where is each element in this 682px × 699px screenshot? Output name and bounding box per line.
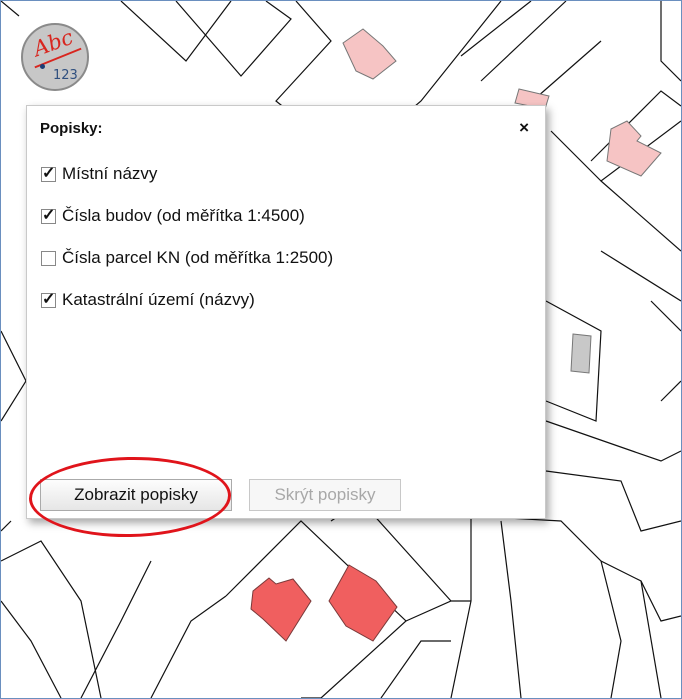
option-mistni-nazvy[interactable]: Místní názvy — [41, 163, 158, 184]
option-label: Čísla parcel KN (od měřítka 1:2500) — [62, 248, 334, 267]
option-katastralni-uzemi[interactable]: Katastrální území (názvy) — [41, 289, 255, 310]
checkbox-cisla-parcel[interactable] — [41, 250, 56, 266]
popup-title: Popisky: — [40, 120, 103, 137]
checkbox-mistni-nazvy[interactable] — [41, 163, 56, 183]
close-icon[interactable]: × — [519, 118, 529, 138]
option-label: Místní názvy — [62, 164, 158, 183]
option-label: Katastrální území (názvy) — [62, 290, 255, 309]
show-labels-button[interactable]: Zobrazit popisky — [40, 479, 232, 511]
hide-labels-button[interactable]: Skrýt popisky — [249, 479, 401, 511]
checkbox-cisla-budov[interactable] — [41, 205, 56, 225]
labels-icon-dot — [40, 64, 45, 69]
checkbox-katastralni-uzemi[interactable] — [41, 289, 56, 309]
option-label: Čísla budov (od měřítka 1:4500) — [62, 206, 305, 225]
labels-icon-abc: Abc — [30, 24, 77, 62]
option-cisla-budov[interactable]: Čísla budov (od měřítka 1:4500) — [41, 205, 305, 226]
labels-popup: Popisky: × Místní názvy Čísla budov (od … — [26, 105, 546, 519]
map-frame[interactable]: Abc 123 Popisky: × Místní názvy Čísla bu… — [0, 0, 682, 699]
labels-icon-123: 123 — [53, 68, 78, 83]
labels-toggle-button[interactable]: Abc 123 — [21, 23, 89, 91]
option-cisla-parcel[interactable]: Čísla parcel KN (od měřítka 1:2500) — [41, 248, 333, 268]
